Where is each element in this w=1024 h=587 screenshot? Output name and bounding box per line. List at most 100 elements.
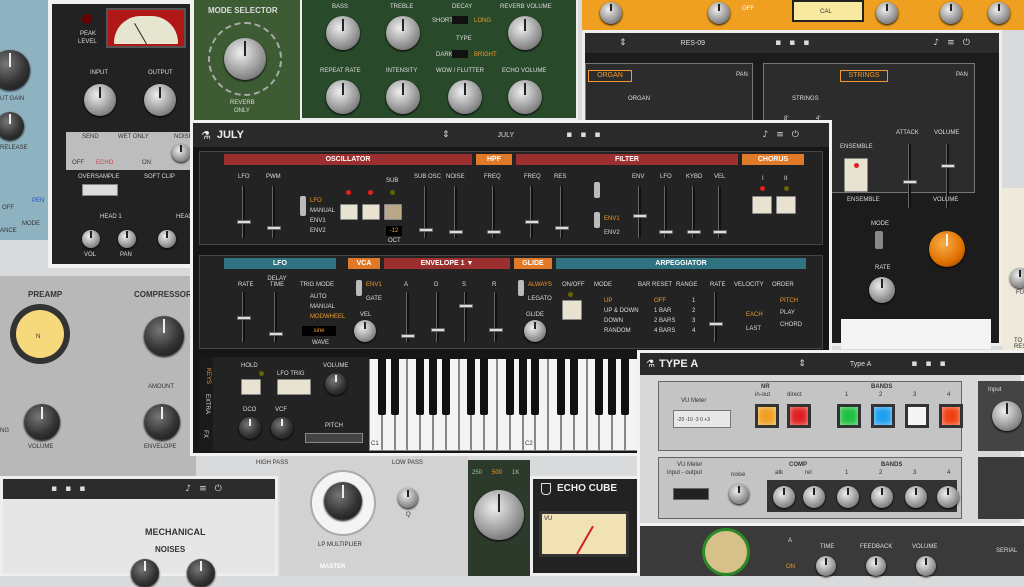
power-icon[interactable]: ⏻ [215, 484, 222, 494]
release-knob[interactable] [0, 112, 24, 140]
tab-keys[interactable]: KEYS [205, 368, 211, 384]
save-icon[interactable]: ▪ [566, 130, 572, 140]
orange-knob-1[interactable] [600, 2, 622, 24]
dice-icon[interactable]: ▪ [79, 484, 85, 494]
filter-env-fader[interactable] [633, 186, 647, 238]
save-icon[interactable]: ▪ [911, 359, 917, 369]
order-1[interactable]: PITCH [780, 298, 798, 304]
fu-knob[interactable] [1010, 268, 1024, 288]
osc-source-2[interactable]: MANUAL [310, 208, 335, 214]
trash-icon[interactable]: ▪ [925, 359, 931, 369]
arp-rate-fader[interactable] [709, 292, 723, 342]
order-2[interactable]: PLAY [780, 310, 795, 316]
osc-pwm-fader[interactable] [267, 186, 281, 238]
mode-selector-knob[interactable] [224, 38, 266, 80]
wave-display[interactable]: sine [302, 326, 336, 336]
time-knob[interactable] [816, 556, 836, 576]
menu-icon[interactable]: ≡ [947, 38, 955, 48]
decay-switch[interactable] [452, 16, 468, 24]
chorus-ii-button[interactable] [776, 196, 796, 214]
menu-icon[interactable]: ≡ [776, 130, 784, 140]
dice-icon[interactable]: ▪ [939, 359, 945, 369]
black-key[interactable] [621, 359, 629, 415]
osc-pulse-button[interactable] [340, 204, 358, 220]
head1-pan-knob[interactable] [118, 230, 136, 248]
lfo-delay-fader[interactable] [269, 292, 283, 342]
filter-vel-fader[interactable] [713, 186, 727, 238]
filter-res-fader[interactable] [555, 186, 569, 238]
chorus-i-button[interactable] [752, 196, 772, 214]
lfo-trig-button[interactable] [277, 379, 311, 395]
osc-lfo-fader[interactable] [237, 186, 251, 238]
noise-knob[interactable] [172, 144, 190, 162]
arp-mode-4[interactable]: RANDOM [604, 328, 631, 334]
band2-1-knob[interactable] [837, 486, 859, 508]
lfo-rate-fader[interactable] [237, 292, 251, 342]
direct-button[interactable] [787, 404, 811, 428]
power-icon[interactable]: ⏻ [963, 38, 970, 48]
tab-fx[interactable]: FX [202, 430, 208, 438]
res09-preset-name[interactable]: RES-09 [681, 40, 706, 47]
noise-knob-2[interactable] [187, 559, 215, 587]
band-1-button[interactable] [837, 404, 861, 428]
env-s-fader[interactable] [459, 292, 473, 342]
osc-source-1[interactable]: LFO [310, 198, 322, 204]
black-key[interactable] [467, 359, 476, 415]
orange-knob-4[interactable] [940, 2, 962, 24]
reverb-volume-knob[interactable] [508, 16, 542, 50]
mode-switch[interactable] [875, 231, 883, 249]
hold-button[interactable] [241, 379, 261, 395]
treble-knob[interactable] [386, 16, 420, 50]
rel-knob[interactable] [803, 486, 825, 508]
input-knob[interactable] [992, 401, 1022, 431]
black-key[interactable] [557, 359, 565, 415]
volume-knob[interactable] [916, 556, 936, 576]
sub-osc-fader[interactable] [419, 186, 433, 238]
input-knob[interactable] [84, 84, 116, 116]
bar-reset-3[interactable]: 2 BARS [654, 318, 675, 324]
july-preset-name[interactable]: JULY [498, 132, 515, 139]
envelope-header[interactable]: ENVELOPE 1 ▼ [384, 258, 510, 269]
env-r-fader[interactable] [489, 292, 503, 342]
filter-env-switch[interactable] [594, 182, 600, 198]
oversample-display[interactable] [82, 184, 118, 196]
band2-4-knob[interactable] [937, 486, 959, 508]
type-switch[interactable] [452, 50, 468, 58]
gain-knob[interactable] [0, 50, 30, 90]
perf-volume-knob[interactable] [325, 373, 347, 395]
black-key[interactable] [480, 359, 489, 415]
menu-icon[interactable]: ≡ [199, 484, 207, 494]
save-icon[interactable]: ▪ [775, 38, 781, 48]
head1-vol-knob[interactable] [82, 230, 100, 248]
filter-env-source-switch[interactable] [594, 212, 600, 228]
feedback-knob[interactable] [866, 556, 886, 576]
range-3[interactable]: 3 [692, 318, 695, 324]
vcf-knob[interactable] [271, 417, 293, 439]
tab-extra[interactable]: EXTRA [204, 394, 210, 414]
preset-arrows-icon[interactable]: ⇕ [442, 130, 450, 140]
trig-mode-2[interactable]: MANUAL [310, 304, 335, 310]
intensity-knob[interactable] [386, 80, 420, 114]
glide-switch[interactable] [518, 280, 524, 296]
noise-knob[interactable] [729, 484, 749, 504]
output-knob[interactable] [144, 84, 176, 116]
green-knob[interactable] [474, 490, 524, 540]
osc-source-4[interactable]: ENV2 [310, 228, 326, 234]
bell-icon[interactable]: ♪ [185, 484, 191, 494]
glide-knob[interactable] [524, 320, 546, 342]
noise-fader[interactable] [449, 186, 463, 238]
trash-icon[interactable]: ▪ [580, 130, 586, 140]
ensemble-volume-knob[interactable] [929, 231, 965, 267]
filter-lfo-fader[interactable] [659, 186, 673, 238]
trig-mode-3[interactable]: MODWHEEL [310, 314, 345, 320]
atk-knob[interactable] [773, 486, 795, 508]
dco-knob[interactable] [239, 417, 261, 439]
range-2[interactable]: 2 [692, 308, 695, 314]
ensemble-button[interactable] [844, 158, 868, 192]
oct-display[interactable]: -12 [386, 226, 402, 236]
band-3-button[interactable] [905, 404, 929, 428]
res09-keyboard[interactable] [841, 319, 991, 349]
band-4-button[interactable] [939, 404, 963, 428]
band-2-button[interactable] [871, 404, 895, 428]
osc-source-3[interactable]: ENV1 [310, 218, 326, 224]
